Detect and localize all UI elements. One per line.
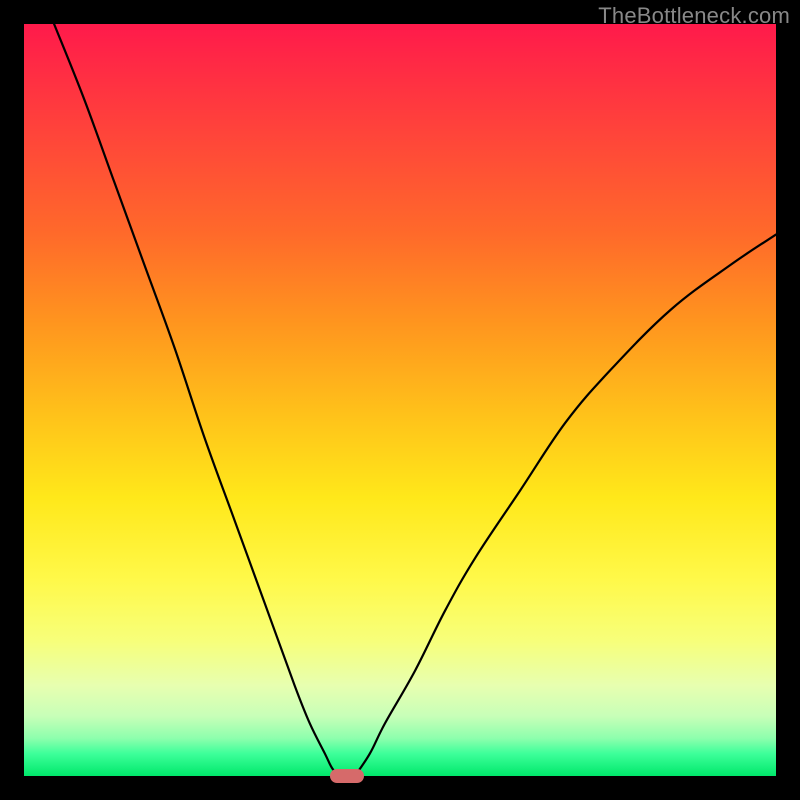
plot-area [24, 24, 776, 776]
bottleneck-curve [24, 24, 776, 776]
optimal-marker [330, 769, 364, 783]
watermark-text: TheBottleneck.com [598, 3, 790, 29]
chart-frame: TheBottleneck.com [0, 0, 800, 800]
